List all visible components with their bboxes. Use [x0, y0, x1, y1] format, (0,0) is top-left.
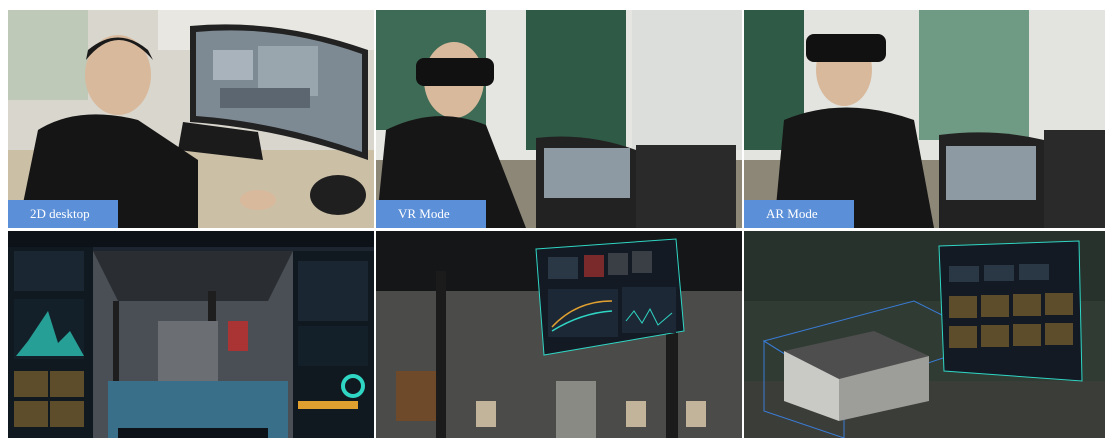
label-2d-desktop: 2D desktop	[8, 200, 118, 228]
render-2d-dashboard	[8, 231, 374, 438]
ar-scene-image	[744, 10, 1105, 228]
render-vr-scene	[376, 231, 742, 438]
photo-ar-mode: AR Mode	[744, 10, 1105, 228]
photo-2d-desktop: 2D desktop	[8, 10, 374, 228]
label-vr-mode: VR Mode	[376, 200, 486, 228]
label-ar-mode: AR Mode	[744, 200, 854, 228]
photo-vr-mode: VR Mode	[376, 10, 742, 228]
render-ar-scene	[744, 231, 1105, 438]
dashboard-scene-image	[8, 231, 374, 438]
figure-grid: 2D desktop VR Mode AR Mode	[0, 0, 1105, 438]
vr-scene-image	[376, 10, 742, 228]
vr-render-image	[376, 231, 742, 438]
desktop-scene-image	[8, 10, 374, 228]
ar-render-image	[744, 231, 1105, 438]
